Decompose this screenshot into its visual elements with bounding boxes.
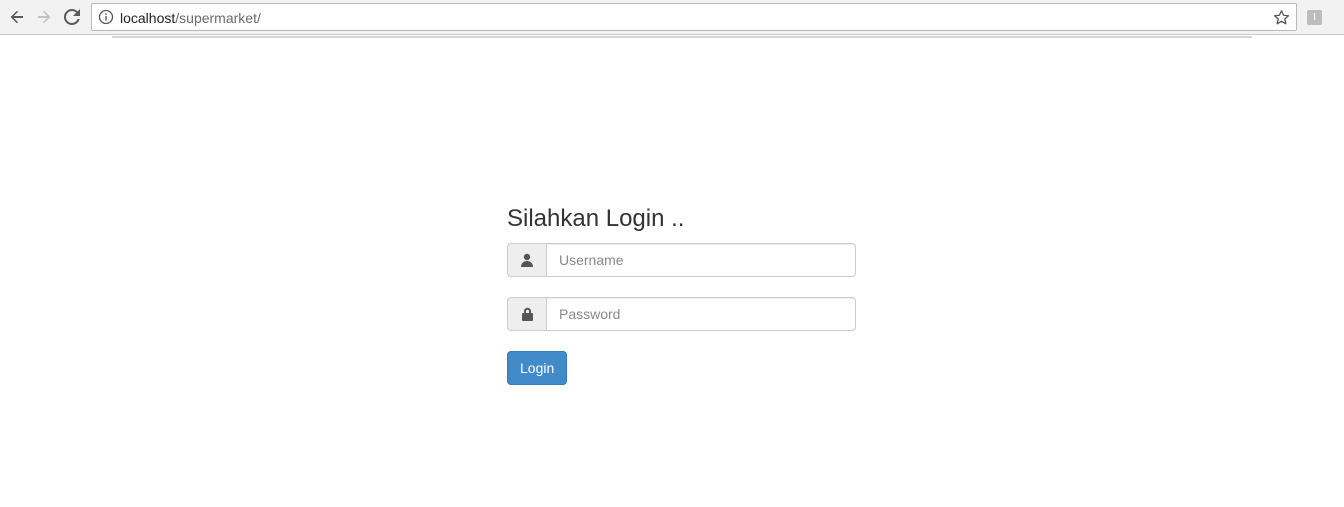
star-icon[interactable] (1273, 9, 1290, 26)
browser-toolbar: localhost/supermarket/ I (0, 0, 1344, 35)
info-icon[interactable] (98, 9, 114, 25)
lock-icon (521, 307, 533, 321)
login-form: Silahkan Login .. Login (507, 203, 856, 385)
password-input[interactable] (546, 297, 856, 331)
url-path: /supermarket/ (175, 10, 261, 26)
reload-button[interactable] (61, 6, 83, 28)
password-addon (507, 297, 546, 331)
url-text[interactable]: localhost/supermarket/ (120, 10, 261, 26)
back-button[interactable] (6, 6, 28, 28)
url-host: localhost (120, 10, 176, 26)
forward-button[interactable] (33, 6, 55, 28)
user-icon (521, 253, 533, 267)
username-input[interactable] (546, 243, 856, 277)
page-title: Silahkan Login .. (507, 205, 685, 232)
address-bar[interactable]: localhost/supermarket/ (91, 3, 1297, 31)
username-group (507, 243, 856, 277)
page-progress-line (112, 36, 1252, 38)
arrow-right-icon (38, 10, 51, 24)
password-group (507, 297, 856, 331)
extension-icon[interactable]: I (1307, 10, 1322, 25)
reload-icon (64, 9, 80, 25)
login-button[interactable]: Login (507, 351, 568, 385)
username-addon (507, 243, 546, 277)
arrow-left-icon (10, 10, 23, 24)
